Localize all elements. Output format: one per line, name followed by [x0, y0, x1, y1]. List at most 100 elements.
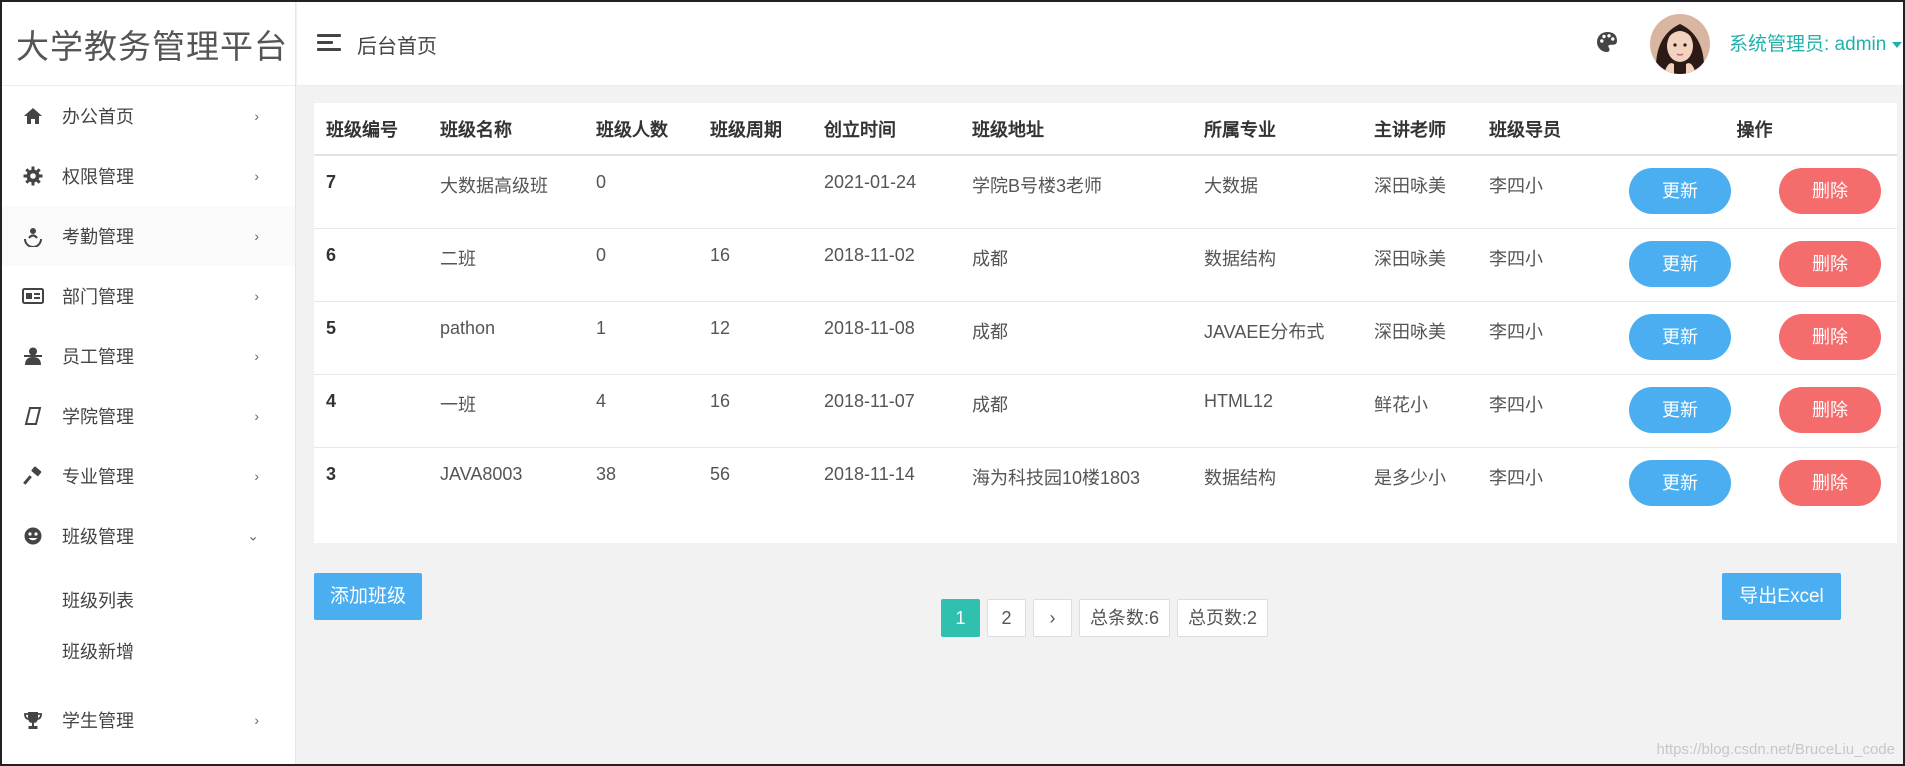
cell-address: 海为科技园10楼1803	[972, 467, 1141, 488]
delete-button[interactable]: 删除	[1779, 313, 1881, 360]
cell-name: JAVA8003	[440, 463, 523, 484]
cell-count: 38	[596, 463, 617, 484]
table-row: 7 大数据高级班 0 2021-01-24 学院B号楼3老师 大数据 深田咏美 …	[314, 155, 1897, 229]
delete-button[interactable]: 删除	[1779, 168, 1881, 214]
cell-name: 一班	[428, 374, 584, 448]
sidebar-item-colleges[interactable]: 学院管理 ›	[2, 386, 295, 446]
sidebar-item-label: 学院管理	[62, 407, 134, 427]
cell-counselor: 李四小	[1489, 467, 1543, 488]
trophy-icon	[22, 709, 44, 731]
attendance-icon	[22, 225, 44, 247]
user-menu[interactable]: 系统管理员: admin	[1729, 29, 1903, 56]
sidebar-item-employees[interactable]: 员工管理 ›	[2, 326, 295, 386]
cell-actions: 更新 删除	[1612, 374, 1897, 448]
cell-id: 6	[314, 228, 428, 302]
cell-address: 成都	[960, 228, 1192, 302]
sidebar-item-majors[interactable]: 专业管理 ›	[2, 446, 295, 506]
total-pages: 总页数:2	[1177, 599, 1269, 637]
cell-created: 2018-11-08	[812, 301, 960, 375]
palette-icon[interactable]	[1595, 30, 1619, 54]
chevron-right-icon: ›	[254, 712, 259, 728]
cell-major: 数据结构	[1204, 467, 1276, 488]
cell-actions: 更新 删除	[1612, 228, 1897, 302]
delete-button[interactable]: 删除	[1779, 240, 1881, 287]
face-icon	[22, 525, 44, 547]
add-class-button[interactable]: 添加班级	[314, 573, 422, 620]
cell-major: JAVAEE分布式	[1192, 301, 1362, 375]
sidebar-item-classes[interactable]: 班级管理 ⌄	[2, 506, 295, 566]
column-header: 班级人数	[584, 103, 698, 156]
column-header: 班级编号	[314, 103, 428, 156]
table-row: 5 pathon 1 12 2018-11-08 成都 JAVAEE分布式 深田…	[314, 301, 1897, 375]
cell-id: 3	[326, 463, 337, 484]
cell-count: 0	[584, 155, 698, 229]
user-label: 系统管理员: admin	[1729, 34, 1887, 55]
cell-id: 7	[314, 155, 428, 229]
delete-button[interactable]: 删除	[1779, 386, 1881, 433]
app-title: 大学教务管理平台	[2, 2, 295, 86]
class-table: 班级编号 班级名称 班级人数 班级周期 创立时间 班级地址 所属专业 主讲老师 …	[314, 103, 1897, 520]
chevron-down-icon: ⌄	[247, 527, 259, 544]
cell-count: 1	[584, 301, 698, 375]
chevron-right-icon: ›	[254, 468, 259, 484]
column-header: 所属专业	[1192, 103, 1362, 156]
column-header: 主讲老师	[1362, 103, 1477, 156]
cell-created: 2021-01-24	[812, 155, 960, 229]
sidebar-item-attendance[interactable]: 考勤管理 ›	[2, 206, 295, 266]
cell-count: 4	[584, 374, 698, 448]
sidebar-item-students[interactable]: 学生管理 ›	[2, 690, 295, 750]
sidebar-item-departments[interactable]: 部门管理 ›	[2, 266, 295, 326]
chevron-right-icon: ›	[254, 228, 259, 244]
export-excel-button[interactable]: 导出Excel	[1722, 573, 1841, 620]
hammer-icon	[22, 465, 44, 487]
sidebar-menu-bottom: 学生管理 ›	[2, 690, 295, 750]
cell-teacher: 深田咏美	[1362, 301, 1477, 375]
page-button[interactable]: 2	[987, 599, 1026, 637]
sidebar-item-label: 学生管理	[62, 711, 134, 731]
cell-counselor: 李四小	[1477, 301, 1612, 375]
chevron-right-icon: ›	[254, 288, 259, 304]
delete-button[interactable]: 删除	[1779, 459, 1881, 506]
cell-teacher: 是多少小	[1374, 467, 1446, 488]
submenu-class-add[interactable]: 班级新增	[2, 625, 295, 676]
cell-id: 4	[314, 374, 428, 448]
cell-period: 16	[698, 374, 812, 448]
sidebar-item-permissions[interactable]: 权限管理 ›	[2, 146, 295, 206]
submenu-class-list[interactable]: 班级列表	[2, 574, 295, 625]
update-button[interactable]: 更新	[1629, 240, 1731, 287]
cell-address: 成都	[960, 301, 1192, 375]
update-button[interactable]: 更新	[1629, 313, 1731, 360]
cell-created: 2018-11-07	[812, 374, 960, 448]
cell-id: 5	[314, 301, 428, 375]
column-header: 班级地址	[960, 103, 1192, 156]
cell-counselor: 李四小	[1477, 374, 1612, 448]
column-header: 班级周期	[698, 103, 812, 156]
column-header: 操作	[1612, 103, 1897, 156]
cell-actions: 更新 删除	[1612, 301, 1897, 375]
sidebar-item-label: 专业管理	[62, 467, 134, 487]
page-button[interactable]: 1	[941, 599, 980, 637]
column-header: 班级导员	[1477, 103, 1612, 156]
update-button[interactable]: 更新	[1629, 459, 1731, 506]
cell-teacher: 深田咏美	[1362, 155, 1477, 229]
class-table-card: 班级编号 班级名称 班级人数 班级周期 创立时间 班级地址 所属专业 主讲老师 …	[314, 103, 1897, 543]
menu-toggle-icon[interactable]	[317, 34, 343, 52]
update-button[interactable]: 更新	[1629, 168, 1731, 214]
avatar[interactable]	[1650, 14, 1710, 74]
update-button[interactable]: 更新	[1629, 386, 1731, 433]
cell-counselor: 李四小	[1477, 228, 1612, 302]
next-page-button[interactable]: ›	[1033, 599, 1072, 637]
cell-teacher: 深田咏美	[1362, 228, 1477, 302]
caret-down-icon	[1892, 41, 1903, 48]
cell-period: 16	[698, 228, 812, 302]
sidebar-item-office-home[interactable]: 办公首页 ›	[2, 86, 295, 146]
breadcrumb[interactable]: 后台首页	[357, 30, 437, 59]
sidebar-menu: 办公首页 › 权限管理 › 考勤管理 › 部门管理 › 员工管理 › 学院管理 …	[2, 86, 295, 566]
cell-major: 数据结构	[1192, 228, 1362, 302]
class-submenu: 班级列表 班级新增	[2, 566, 295, 690]
cell-period: 56	[710, 463, 731, 484]
cell-period: 12	[698, 301, 812, 375]
cell-counselor: 李四小	[1477, 155, 1612, 229]
cell-created: 2018-11-02	[812, 228, 960, 302]
chevron-right-icon: ›	[254, 408, 259, 424]
